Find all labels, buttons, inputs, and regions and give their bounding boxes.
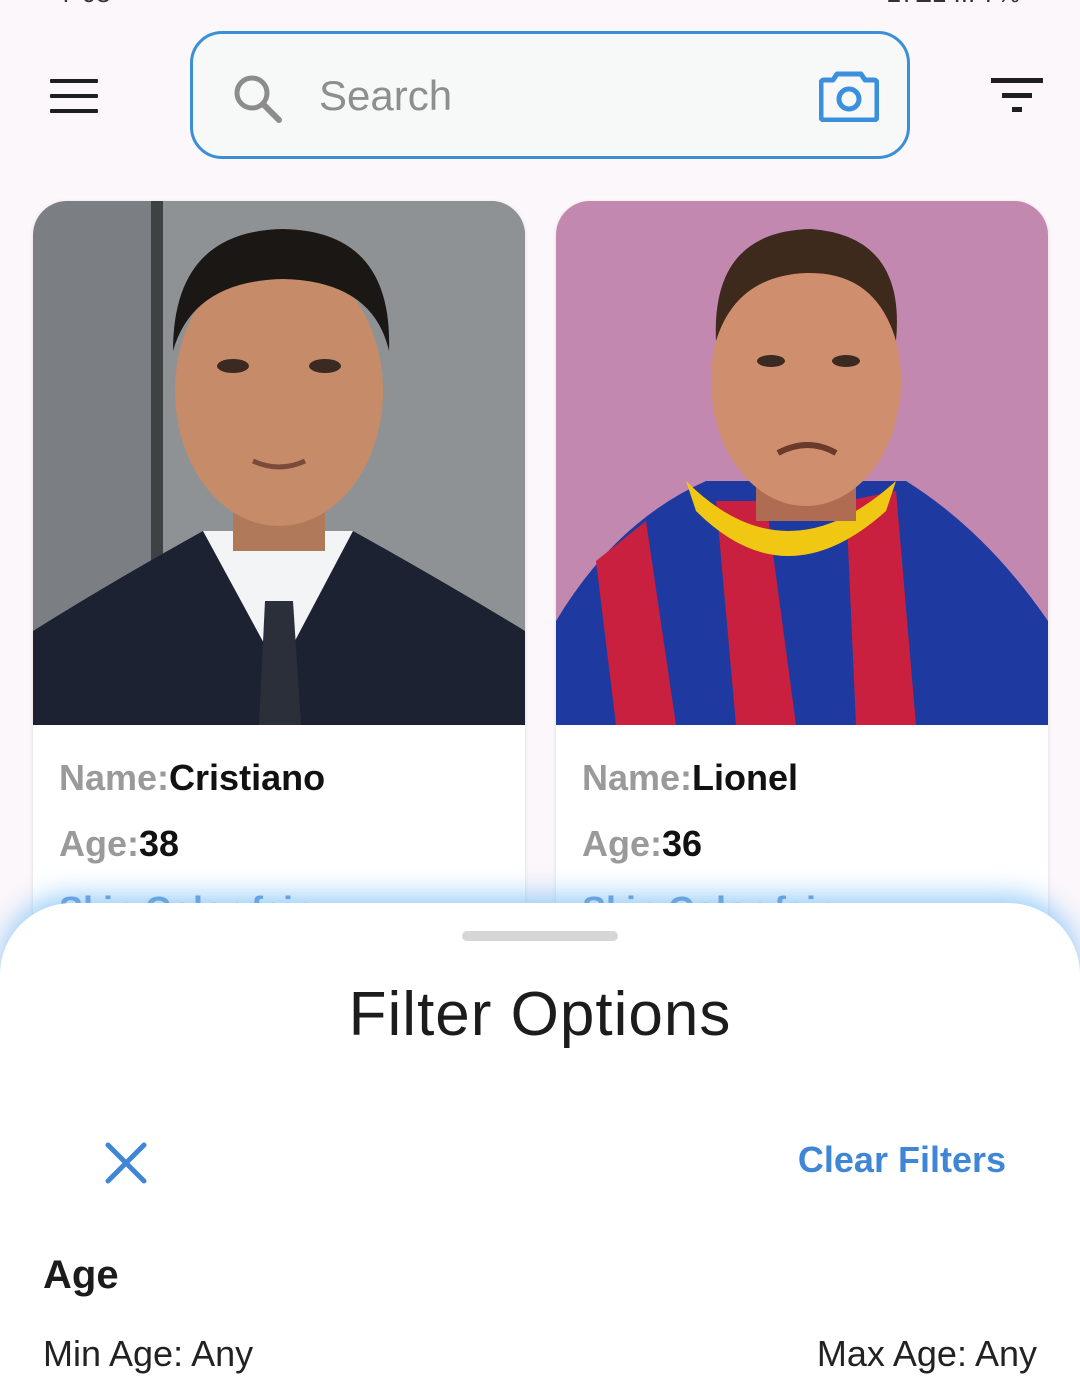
filter-bottom-sheet: Filter Options Clear Filters Age Min Age…	[0, 903, 1080, 1378]
menu-icon[interactable]	[46, 76, 102, 116]
status-bar: 7 08 LTE1 ... 7%	[0, 0, 1080, 8]
profile-card[interactable]: Name:Lionel Age:36 Skin Color:fair	[556, 201, 1048, 961]
age-label: Age:	[582, 823, 662, 864]
age-row: Age:36	[582, 821, 1048, 887]
name-row: Name:Cristiano	[59, 755, 525, 821]
search-input[interactable]	[319, 64, 799, 128]
age-value: 38	[139, 823, 180, 864]
name-label: Name:	[582, 757, 693, 798]
drag-handle[interactable]	[462, 931, 618, 941]
camera-icon[interactable]	[819, 70, 879, 122]
profile-photo	[556, 201, 1048, 725]
age-label: Age:	[59, 823, 139, 864]
filter-icon[interactable]	[988, 76, 1046, 114]
close-icon[interactable]	[104, 1141, 148, 1185]
max-age-selector[interactable]: Max Age: Any	[817, 1333, 1037, 1375]
name-value: Cristiano	[169, 757, 326, 798]
app-screen: 7 08 LTE1 ... 7%	[0, 0, 1080, 1378]
name-value: Lionel	[692, 757, 799, 798]
search-bar[interactable]	[190, 31, 910, 159]
clear-filters-button[interactable]: Clear Filters	[798, 1139, 1006, 1181]
status-indicators: LTE1 ... 7%	[886, 0, 1020, 9]
status-time: 7 08	[60, 0, 111, 9]
min-age-selector[interactable]: Min Age: Any	[43, 1333, 253, 1375]
name-label: Name:	[59, 757, 170, 798]
age-value: 36	[662, 823, 703, 864]
sheet-title: Filter Options	[348, 980, 732, 1049]
name-row: Name:Lionel	[582, 755, 1048, 821]
profile-card[interactable]: Name:Cristiano Age:38 Skin Color:fair	[33, 201, 525, 961]
profile-photo	[33, 201, 525, 725]
age-row: Age:38	[59, 821, 525, 887]
search-icon	[234, 75, 282, 123]
age-section-title: Age	[43, 1253, 119, 1297]
